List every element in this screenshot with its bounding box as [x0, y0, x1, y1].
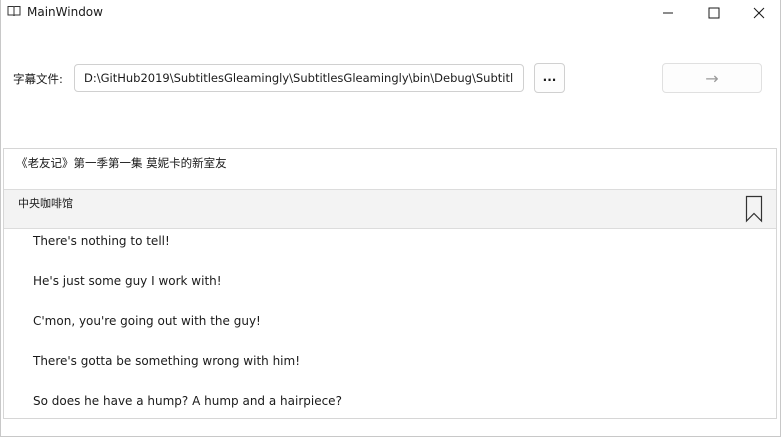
open-button[interactable]: →: [662, 63, 762, 93]
window-title: MainWindow: [27, 5, 103, 19]
minimize-button[interactable]: [645, 0, 691, 26]
subtitle-panel: 《老友记》第一季第一集 莫妮卡的新室友 中央咖啡馆 There's nothin…: [3, 148, 777, 419]
maximize-icon: [708, 7, 720, 19]
subtitle-line[interactable]: He's just some guy I work with!: [4, 269, 776, 309]
arrow-right-icon: →: [705, 68, 719, 88]
scene-header[interactable]: 中央咖啡馆: [4, 189, 776, 229]
subtitle-file-label: 字幕文件:: [13, 72, 63, 86]
episode-title: 《老友记》第一季第一集 莫妮卡的新室友: [16, 156, 227, 170]
book-icon: [7, 6, 21, 17]
main-window: MainWindow 字幕文件: D:\GitHub2019\Subtitles…: [0, 0, 781, 437]
subtitle-path-input[interactable]: D:\GitHub2019\SubtitlesGleamingly\Subtit…: [74, 64, 524, 92]
subtitle-line[interactable]: There's gotta be something wrong with hi…: [4, 349, 776, 389]
subtitle-line[interactable]: There's nothing to tell!: [4, 229, 776, 269]
browse-button[interactable]: ...: [534, 63, 565, 93]
maximize-button[interactable]: [691, 0, 737, 26]
close-icon: [753, 7, 765, 19]
subtitle-list: There's nothing to tell! He's just some …: [4, 229, 776, 418]
scene-title: 中央咖啡馆: [18, 197, 73, 210]
bookmark-icon[interactable]: [745, 195, 763, 223]
subtitle-line[interactable]: So does he have a hump? A hump and a hai…: [4, 389, 776, 418]
subtitle-line[interactable]: C'mon, you're going out with the guy!: [4, 309, 776, 349]
close-button[interactable]: [736, 0, 781, 26]
title-bar[interactable]: MainWindow: [1, 0, 780, 26]
minimize-icon: [663, 12, 673, 14]
